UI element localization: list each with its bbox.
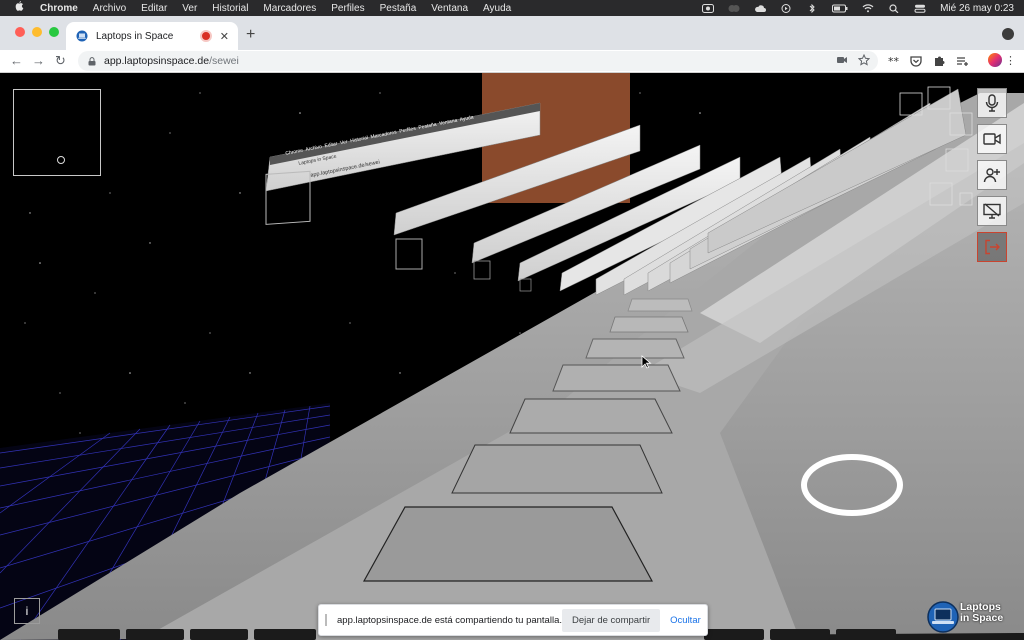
stop-sharing-button[interactable]: Dejar de compartir xyxy=(562,608,661,632)
profile-avatar[interactable] xyxy=(988,53,1002,67)
trackpad xyxy=(585,338,685,359)
close-tab-icon[interactable]: ✕ xyxy=(220,30,229,43)
menu-pestana[interactable]: Pestaña xyxy=(380,3,417,14)
creative-cloud-icon[interactable] xyxy=(728,4,740,13)
side-controls xyxy=(977,88,1009,268)
tab-search-button[interactable] xyxy=(1002,28,1014,40)
screen-share-button[interactable] xyxy=(977,196,1007,226)
extensions-puzzle-icon[interactable] xyxy=(932,54,946,68)
address-bar[interactable]: app.laptopsinspace.de/sewei xyxy=(78,51,878,71)
menubar-clock[interactable]: Mié 26 may 0:23 xyxy=(940,3,1014,14)
sharing-message: app.laptopsinspace.de está compartiendo … xyxy=(337,614,562,626)
bookmark-star-icon[interactable] xyxy=(858,54,870,66)
microphone-icon xyxy=(985,94,999,112)
menu-ver[interactable]: Ver xyxy=(182,3,197,14)
extensions-area: ** xyxy=(886,54,978,68)
maximize-window-button[interactable] xyxy=(49,27,59,37)
info-button[interactable]: i xyxy=(14,598,40,624)
recording-indicator-icon xyxy=(199,30,212,42)
minimap-player-marker xyxy=(57,156,65,164)
menu-marcadores[interactable]: Marcadores xyxy=(263,3,316,14)
macos-menu-bar: Chrome Archivo Editar Ver Historial Marc… xyxy=(0,0,1024,16)
laptops-in-space-favicon-icon xyxy=(76,30,88,42)
url-path: /sewei xyxy=(209,55,239,67)
trackpad xyxy=(552,364,681,392)
laptops-in-space-logo: Laptops in Space xyxy=(922,597,1018,637)
space-scene[interactable] xyxy=(0,73,1024,640)
trackpad xyxy=(509,398,673,434)
menu-perfiles[interactable]: Perfiles xyxy=(331,3,364,14)
spotlight-search-icon[interactable] xyxy=(888,3,900,13)
cloud-sync-icon[interactable] xyxy=(754,4,767,13)
browser-tab-strip: Laptops in Space ✕ + xyxy=(0,16,1024,50)
menubar-status-area: Mié 26 may 0:23 xyxy=(688,0,1014,16)
menu-ventana[interactable]: Ventana xyxy=(431,3,468,14)
exit-icon xyxy=(985,239,1000,255)
brand-line-2: in Space xyxy=(960,612,1004,624)
pocket-icon[interactable] xyxy=(909,54,923,68)
play-circle-icon[interactable] xyxy=(780,3,792,13)
window-controls xyxy=(15,27,66,37)
svg-text:**: ** xyxy=(888,55,900,68)
screen-record-icon[interactable] xyxy=(702,3,715,13)
browser-toolbar: ← → ↻ app.laptopsinspace.de/sewei ** ⋮ xyxy=(0,50,1024,73)
hide-link[interactable]: Ocultar xyxy=(670,615,701,626)
forward-arrow-icon[interactable]: → xyxy=(32,53,45,68)
trackpad xyxy=(609,316,689,333)
laptop-globe-logo-icon xyxy=(927,601,959,633)
url-host: app.laptopsinspace.de xyxy=(104,55,210,67)
control-center-icon[interactable] xyxy=(914,4,926,13)
chrome-menu-icon[interactable]: ⋮ xyxy=(1005,54,1016,67)
menu-editar[interactable]: Editar xyxy=(141,3,167,14)
menu-app-chrome[interactable]: Chrome xyxy=(40,3,78,14)
back-arrow-icon[interactable]: ← xyxy=(10,53,23,68)
laptops-in-space-3d-viewport[interactable]: Chrome Archivo Editar Ver Historial Marc… xyxy=(0,73,1024,640)
minimize-window-button[interactable] xyxy=(32,27,42,37)
tab-title: Laptops in Space xyxy=(96,30,174,42)
video-camera-icon xyxy=(983,133,1001,145)
add-user-button[interactable] xyxy=(977,160,1007,190)
trackpad xyxy=(451,444,663,494)
minimap[interactable] xyxy=(13,89,101,176)
tab-laptops-in-space[interactable]: Laptops in Space ✕ xyxy=(66,22,238,50)
microphone-button[interactable] xyxy=(977,88,1007,118)
wifi-icon[interactable] xyxy=(862,3,874,13)
menu-ayuda[interactable]: Ayuda xyxy=(483,3,511,14)
screen-sharing-notification-bar: app.laptopsinspace.de está compartiendo … xyxy=(318,604,708,636)
camera-button[interactable] xyxy=(977,124,1007,154)
apple-icon[interactable] xyxy=(14,1,28,15)
menu-archivo[interactable]: Archivo xyxy=(93,3,126,14)
reload-icon[interactable]: ↻ xyxy=(55,53,66,69)
lock-icon[interactable] xyxy=(88,56,96,66)
new-tab-button[interactable]: + xyxy=(246,26,255,44)
add-user-icon xyxy=(983,168,1000,183)
trackpad xyxy=(627,298,693,312)
leave-button[interactable] xyxy=(977,232,1007,262)
extension-asterisk-icon[interactable]: ** xyxy=(886,54,900,68)
screen-share-off-icon xyxy=(983,203,1001,219)
reading-list-icon[interactable] xyxy=(955,54,969,68)
menu-historial[interactable]: Historial xyxy=(212,3,248,14)
camera-in-use-icon[interactable] xyxy=(836,54,848,66)
trackpad xyxy=(362,506,654,582)
drag-handle-icon[interactable] xyxy=(325,614,327,626)
close-window-button[interactable] xyxy=(15,27,25,37)
bluetooth-icon[interactable] xyxy=(806,3,818,13)
brand-name: Laptops in Space xyxy=(960,602,1003,624)
battery-icon[interactable] xyxy=(832,4,848,13)
